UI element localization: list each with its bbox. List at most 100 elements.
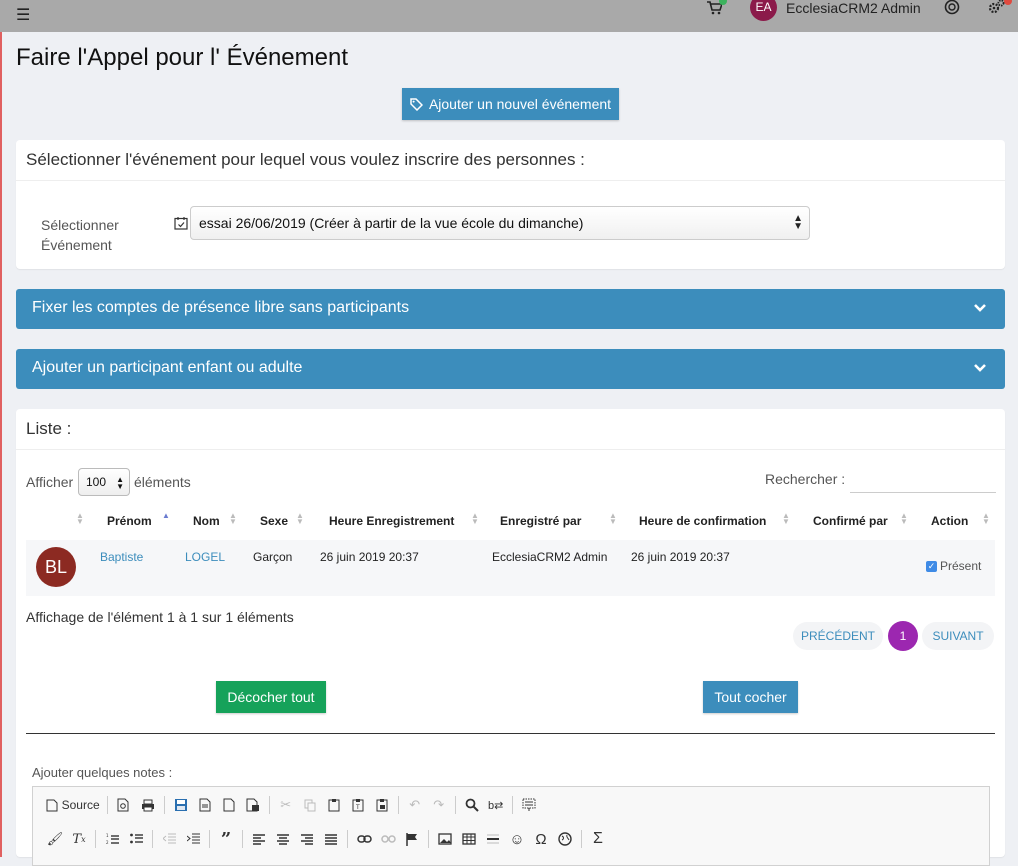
undo-icon[interactable]: ↶ [403, 793, 427, 817]
sort-icon[interactable]: ▲ ▼ [471, 512, 479, 526]
select-all-icon[interactable] [517, 793, 541, 817]
uncheck-all-button[interactable]: Décocher tout [216, 681, 326, 713]
horizontal-line-icon[interactable] [481, 827, 505, 851]
page-length-select[interactable]: 100 ▲ ▼ [78, 468, 130, 496]
toolbar-separator [95, 830, 96, 848]
sort-asc-icon[interactable]: ▲ [162, 512, 170, 520]
pagination-page-1[interactable]: 1 [888, 621, 918, 651]
unlink-icon[interactable] [376, 827, 400, 851]
free-attendance-accordion[interactable]: Fixer les comptes de présence libre sans… [16, 289, 1005, 329]
check-all-button[interactable]: Tout cocher [703, 681, 798, 713]
iframe-globe-icon[interactable] [553, 827, 577, 851]
user-name[interactable]: EcclesiaCRM2 Admin [786, 0, 921, 16]
add-participant-accordion[interactable]: Ajouter un participant enfant ou adulte [16, 349, 1005, 389]
col-confirmed-by[interactable]: Confirmé par [813, 514, 888, 528]
svg-text:T: T [355, 804, 360, 811]
pagination-previous[interactable]: PRÉCÉDENT [793, 622, 883, 650]
smiley-icon[interactable]: ☺ [505, 827, 529, 851]
increase-indent-icon[interactable] [181, 827, 205, 851]
special-char-omega-icon[interactable]: Ω [529, 827, 553, 851]
search-input[interactable] [850, 466, 996, 493]
notes-editor[interactable]: Source ✂ T ↶ ↷ b⇄ 🖌 Tx 1 2 ” ☺ Ω Σ [32, 786, 990, 866]
checkin-time-cell: 26 juin 2019 20:37 [320, 550, 419, 564]
add-event-button[interactable]: Ajouter un nouvel événement [402, 88, 619, 120]
event-select-dropdown[interactable]: essai 26/06/2019 (Créer à partir de la v… [190, 206, 810, 240]
cut-icon[interactable]: ✂ [274, 793, 298, 817]
paste-word-icon[interactable] [370, 793, 394, 817]
user-avatar[interactable]: EA [750, 0, 777, 21]
sort-icon[interactable]: ▲ ▼ [229, 512, 237, 526]
redo-icon[interactable]: ↷ [427, 793, 451, 817]
math-sigma-icon[interactable]: Σ [586, 827, 610, 851]
col-checked-in-by[interactable]: Enregistré par [500, 514, 581, 528]
save-icon[interactable] [169, 793, 193, 817]
sort-icon[interactable]: ▲ ▼ [982, 512, 990, 526]
numbered-list-icon[interactable]: 12 [100, 827, 124, 851]
present-label: Présent [940, 559, 982, 573]
sort-icon[interactable]: ▲ ▼ [900, 512, 908, 526]
toolbar-separator [428, 830, 429, 848]
col-action[interactable]: Action [931, 514, 968, 528]
align-left-icon[interactable] [247, 827, 271, 851]
blockquote-icon[interactable]: ” [214, 827, 238, 851]
editor-toolbar-row-1: Source ✂ T ↶ ↷ b⇄ [43, 793, 541, 817]
add-participant-label: Ajouter un participant enfant ou adulte [32, 359, 303, 376]
replace-icon[interactable]: b⇄ [484, 793, 508, 817]
justify-icon[interactable] [319, 827, 343, 851]
document-icon[interactable] [217, 793, 241, 817]
print-icon[interactable] [136, 793, 160, 817]
copy-icon[interactable] [298, 793, 322, 817]
templates-icon[interactable] [241, 793, 265, 817]
top-navbar: ☰ EA EcclesiaCRM2 Admin [0, 0, 1018, 32]
toolbar-separator [242, 830, 243, 848]
confirm-time-cell: 26 juin 2019 20:37 [631, 550, 730, 564]
toolbar-separator [163, 796, 165, 814]
table-icon[interactable] [457, 827, 481, 851]
event-select-value: essai 26/06/2019 (Créer à partir de la v… [199, 215, 584, 231]
toolbar-separator [347, 830, 348, 848]
svg-text:2: 2 [106, 840, 109, 845]
paste-text-icon[interactable]: T [346, 793, 370, 817]
source-label: Source [61, 798, 100, 812]
paste-icon[interactable] [322, 793, 346, 817]
sort-icon[interactable]: ▲ ▼ [296, 512, 304, 526]
preview-icon[interactable] [112, 793, 136, 817]
toolbar-separator [511, 796, 513, 814]
align-center-icon[interactable] [271, 827, 295, 851]
checkbox-checked-icon[interactable]: ✓ [926, 560, 937, 572]
help-lifebuoy-icon[interactable] [944, 0, 960, 15]
anchor-flag-icon[interactable] [400, 827, 424, 851]
pagination-next[interactable]: SUIVANT [922, 622, 994, 650]
find-icon[interactable] [460, 793, 484, 817]
toolbar-separator [454, 796, 456, 814]
new-page-icon[interactable] [193, 793, 217, 817]
checked-in-by-cell: EcclesiaCRM2 Admin [492, 550, 608, 564]
search-label: Rechercher : [765, 471, 846, 487]
copy-format-icon[interactable]: 🖌 [43, 827, 67, 851]
present-checkbox[interactable]: ✓ Présent [926, 559, 981, 573]
image-icon[interactable] [433, 827, 457, 851]
calendar-check-icon [174, 217, 188, 230]
align-right-icon[interactable] [295, 827, 319, 851]
decrease-indent-icon[interactable] [157, 827, 181, 851]
remove-format-icon[interactable]: Tx [67, 827, 91, 851]
cart-badge [719, 0, 727, 5]
col-last-name[interactable]: Nom [193, 514, 220, 528]
link-icon[interactable] [352, 827, 376, 851]
first-name-link[interactable]: Baptiste [100, 550, 143, 564]
col-first-name[interactable]: Prénom [107, 514, 152, 528]
free-attendance-label: Fixer les comptes de présence libre sans… [32, 299, 410, 316]
last-name-link[interactable]: LOGEL [185, 550, 225, 564]
hamburger-menu-icon[interactable]: ☰ [16, 5, 30, 25]
col-gender[interactable]: Sexe [260, 514, 288, 528]
col-confirm-time[interactable]: Heure de confirmation [639, 514, 766, 528]
sort-icon[interactable]: ▲ ▼ [782, 512, 790, 526]
settings-badge [1004, 0, 1012, 5]
col-checkin-time[interactable]: Heure Enregistrement [329, 514, 454, 528]
bulleted-list-icon[interactable] [124, 827, 148, 851]
source-button[interactable]: Source [43, 793, 103, 817]
toolbar-separator [397, 796, 399, 814]
event-select-card: Sélectionner l'événement pour lequel vou… [16, 140, 1005, 269]
sort-icon[interactable]: ▲ ▼ [609, 512, 617, 526]
sort-icon[interactable]: ▲ ▼ [76, 512, 84, 526]
